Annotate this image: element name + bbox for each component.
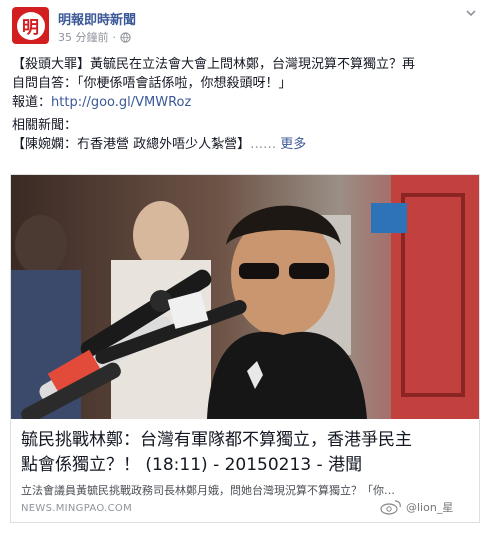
related-label: 相關新聞：: [12, 118, 78, 133]
post-text-line: 【殺頭大罪】黃毓民在立法會大會上問林鄭，台灣現況算不算獨立？再: [12, 57, 416, 72]
card-description: 立法會議員黃毓民挑戰政務司長林鄭月娥，問她台灣現況算不算獨立？「你…: [21, 484, 395, 497]
post-body: 【殺頭大罪】黃毓民在立法會大會上問林鄭，台灣現況算不算獨立？再 自問自答：「你梗…: [12, 55, 480, 154]
report-label: 報道：: [12, 95, 52, 110]
link-preview-card[interactable]: 毓民挑戰林鄭：台灣有軍隊都不算獨立，香港爭民主 點會係獨立？！ (18:11) …: [10, 174, 480, 523]
ellipsis: ……: [250, 137, 277, 152]
related-text: 【陳婉嫻：冇香港營 政總外唔少人紮營】: [12, 137, 251, 152]
chevron-down-icon[interactable]: [464, 6, 478, 20]
card-title-line: 點會係獨立？！ (18:11) - 20150213 - 港聞: [21, 455, 363, 475]
card-title[interactable]: 毓民挑戰林鄭：台灣有軍隊都不算獨立，香港爭民主 點會係獨立？！ (18:11) …: [21, 428, 471, 478]
watermark-text: @lion_星: [406, 501, 454, 514]
report-line: 報道：http://goo.gl/VMWRoz: [12, 93, 480, 112]
post-meta: 35 分鐘前 ·: [58, 29, 131, 45]
post-text-line: 自問自答：「你梗係唔會話係啦，你想殺頭呀！」: [12, 76, 292, 91]
weibo-watermark: @lion_星: [380, 499, 453, 515]
meta-separator: ·: [112, 30, 117, 44]
weibo-logo-icon: [380, 500, 401, 515]
page-name-link[interactable]: 明報即時新聞: [58, 9, 136, 28]
globe-icon[interactable]: [120, 31, 131, 43]
see-more-link[interactable]: 更多: [280, 137, 306, 152]
avatar-logo: 明: [16, 11, 45, 40]
post-timestamp[interactable]: 35 分鐘前: [58, 29, 109, 45]
card-domain: NEWS.MINGPAO.COM: [21, 503, 133, 514]
page-avatar[interactable]: 明: [12, 7, 49, 44]
card-title-line: 毓民挑戰林鄭：台灣有軍隊都不算獨立，香港爭民主: [21, 430, 412, 450]
article-photo[interactable]: [11, 175, 479, 419]
report-link[interactable]: http://goo.gl/VMWRoz: [51, 95, 191, 110]
related-line: 【陳婉嫻：冇香港營 政總外唔少人紮營】…… 更多: [12, 135, 480, 154]
